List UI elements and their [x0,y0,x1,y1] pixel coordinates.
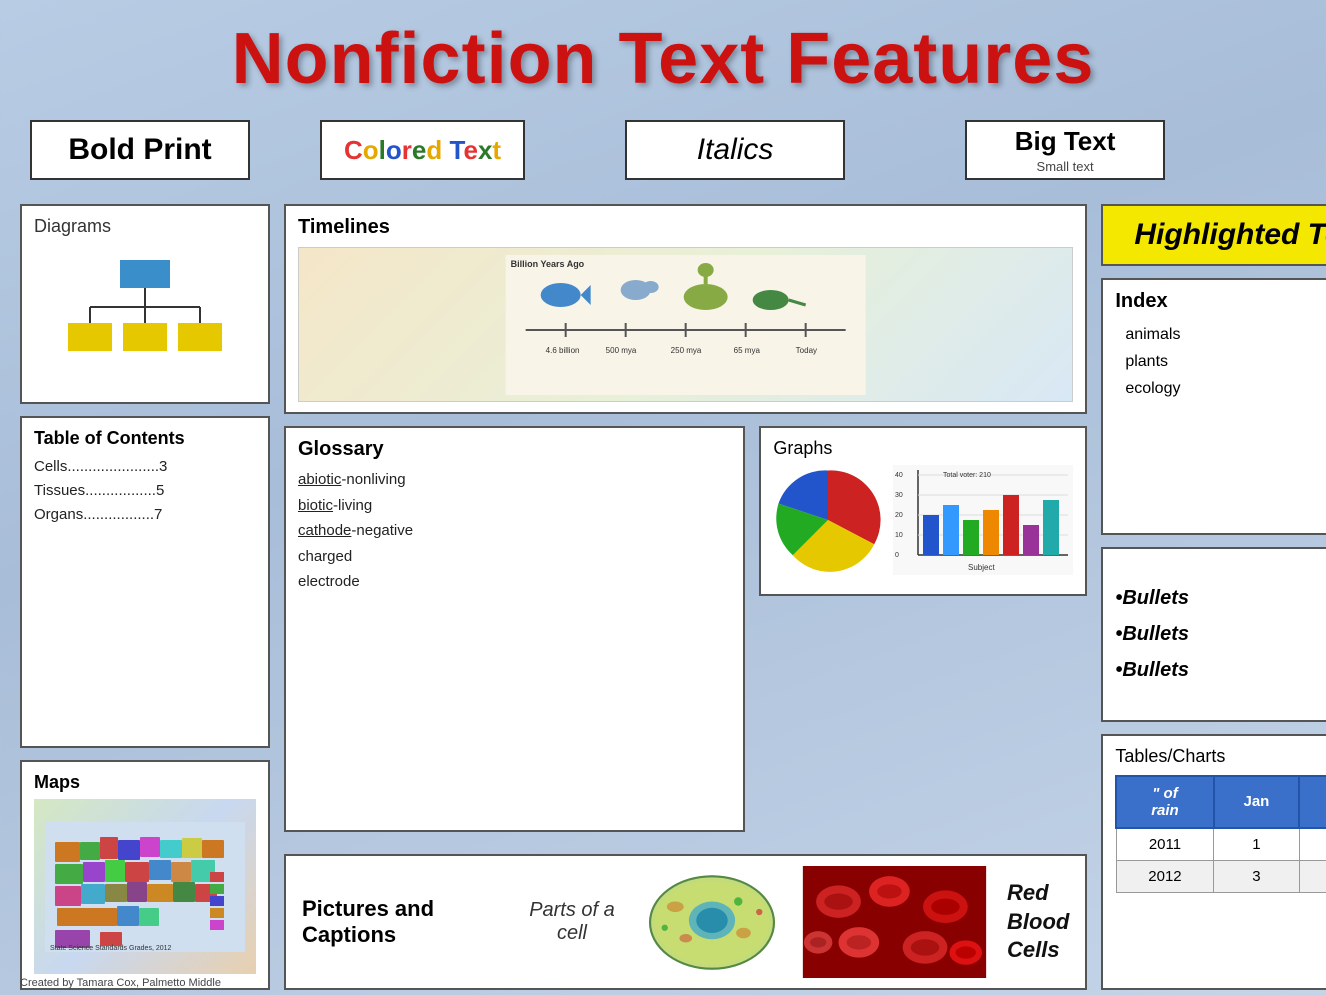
glossary-entry-2: biotic-living [298,493,731,519]
pictures-and-captions-box: Pictures and Captions Parts of a cell [284,854,1087,990]
diagrams-title: Diagrams [34,216,111,237]
data-table: " ofrain Jan Feb 2011 1 2 2012 3 [1115,775,1326,893]
colored-text-box: Colored Text [320,120,525,180]
table-cell-feb-2: 4 [1299,860,1326,892]
bullet-1: •Bullets [1115,580,1326,616]
toc-entry-3: Organs.................7 [34,503,256,527]
small-text-label: Small text [1037,159,1094,174]
blood-cells-image-svg [802,866,987,978]
glossary-title: Glossary [298,438,731,461]
big-text-label: Big Text [1015,126,1116,157]
cell-image-svg [642,870,782,975]
bold-print-box: Bold Print [30,120,250,180]
highlighted-text-box: Highlighted Text [1101,204,1326,266]
bullet-3: •Bullets [1115,652,1326,688]
table-cell-year-1: 2011 [1116,828,1213,861]
italics-box: Italics [625,120,845,180]
pie-chart-svg [773,465,883,575]
index-box: Index animals2,4,6 plants3,5,7 ecology10… [1101,278,1326,535]
maps-title: Maps [34,772,256,793]
maps-box: Maps [20,760,270,990]
svg-text:Billion Years Ago: Billion Years Ago [511,259,585,269]
parts-of-cell-caption: Parts of a cell [522,899,622,945]
highlighted-text: Highlighted Text [1134,218,1326,252]
index-entry-1: animals2,4,6 [1115,321,1326,348]
timelines-box: Timelines [284,204,1087,414]
glossary-entry-5: electrode [298,569,731,595]
svg-text:0: 0 [895,552,899,559]
table-header-rain: " ofrain [1116,776,1213,828]
italics-label: Italics [697,133,774,167]
pictures-title: Pictures and Captions [302,896,502,948]
toc-entry-2: Tissues.................5 [34,479,256,503]
right-column: Highlighted Text Index animals2,4,6 plan… [1101,204,1326,990]
svg-text:Total voter: 210: Total voter: 210 [943,472,991,479]
glossary-entry-3: cathode-negative [298,518,731,544]
diagram-visual [65,255,225,375]
index-entry-3: ecology10,11 [1115,375,1326,402]
graphs-title: Graphs [773,438,1073,459]
toc-box: Table of Contents Cells.................… [20,416,270,748]
table-header-feb: Feb [1299,776,1326,828]
table-cell-year-2: 2012 [1116,860,1213,892]
content-area: Diagrams [0,190,1326,990]
graphs-box: Graphs [759,426,1087,596]
graphs-visuals: 0 10 20 30 40 [773,465,1073,584]
svg-text:4.6 billion: 4.6 billion [546,346,580,355]
svg-text:State Science Standards Grades: State Science Standards Grades, 2012 [50,945,172,952]
table-cell-jan-1: 1 [1214,828,1300,861]
svg-text:500 mya: 500 mya [606,346,637,355]
toc-entry-1: Cells......................3 [34,455,256,479]
footer-credit: Created by Tamara Cox, Palmetto Middle [20,977,221,989]
left-column: Diagrams [20,204,270,990]
index-entry-2: plants3,5,7 [1115,348,1326,375]
timelines-title: Timelines [298,216,1073,239]
glossary-box: Glossary abiotic-nonliving biotic-living… [284,426,745,832]
glossary-entry-4: charged [298,544,731,570]
timeline-svg: 4.6 billion 500 mya 250 mya 65 mya Today… [299,255,1072,395]
usa-map-svg: State Science Standards Grades, 2012 [45,822,245,952]
tables-charts-box: Tables/Charts " ofrain Jan Feb 2011 1 [1101,734,1326,991]
svg-text:40: 40 [895,472,903,479]
bold-print-label: Bold Print [68,133,211,167]
toc-title: Table of Contents [34,428,256,449]
table-cell-jan-2: 3 [1214,860,1300,892]
svg-text:10: 10 [895,532,903,539]
page-title: Nonfiction Text Features [0,0,1326,110]
glossary-entry-1: abiotic-nonliving [298,467,731,493]
feature-labels-row: Bold Print Colored Text Italics Big Text… [0,110,1326,190]
bigtext-box: Big Text Small text [965,120,1165,180]
bar-chart-svg: 0 10 20 30 40 [893,465,1073,575]
middle-column: Timelines [284,204,1087,990]
svg-text:30: 30 [895,492,903,499]
index-title: Index [1115,290,1326,313]
diagrams-box: Diagrams [20,204,270,404]
svg-text:Subject: Subject [968,563,995,572]
svg-text:Today: Today [796,346,817,355]
svg-text:20: 20 [895,512,903,519]
svg-text:65 mya: 65 mya [734,346,761,355]
table-row-1: 2011 1 2 [1116,828,1326,861]
svg-text:250 mya: 250 mya [671,346,702,355]
red-blood-cells-caption: RedBloodCells [1007,879,1069,965]
bullets-box: •Bullets •Bullets •Bullets [1101,547,1326,722]
tables-title: Tables/Charts [1115,746,1326,767]
table-row-2: 2012 3 4 [1116,860,1326,892]
colored-text-label: Colored Text [344,135,501,166]
table-cell-feb-1: 2 [1299,828,1326,861]
glossary-graphs-row: Glossary abiotic-nonliving biotic-living… [284,426,1087,832]
table-header-jan: Jan [1214,776,1300,828]
map-placeholder: State Science Standards Grades, 2012 [34,799,256,974]
timeline-image: 4.6 billion 500 mya 250 mya 65 mya Today… [298,247,1073,402]
bullet-2: •Bullets [1115,616,1326,652]
diagram-svg [65,255,225,375]
